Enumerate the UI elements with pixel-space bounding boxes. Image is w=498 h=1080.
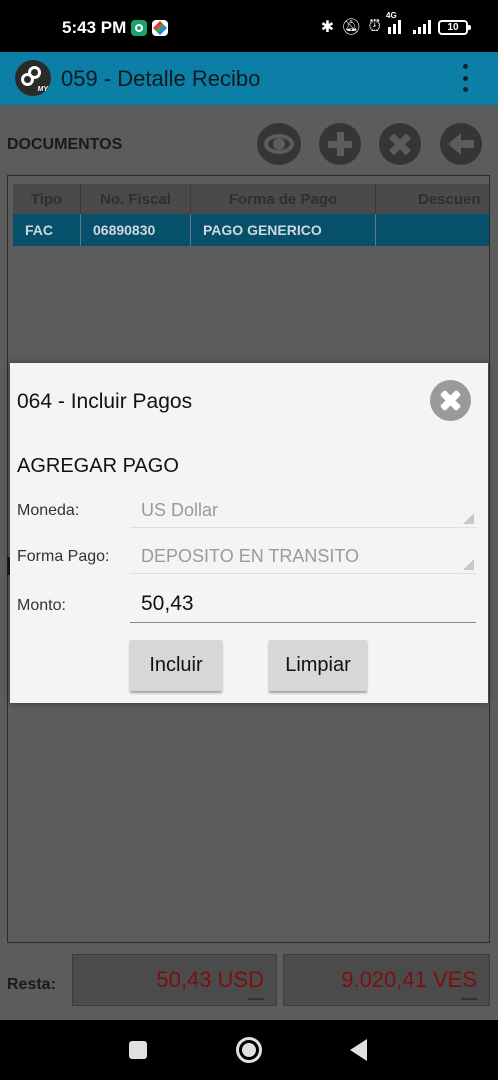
home-icon[interactable] xyxy=(236,1037,262,1063)
back-button[interactable] xyxy=(440,123,482,165)
table-header: Tipo No. Fiscal Forma de Pago Descuen xyxy=(13,184,489,214)
status-icons: ✱ 🔕︎ ⏰︎ 4G 10 xyxy=(320,11,471,38)
forma-pago-select[interactable]: DEPOSITO EN TRANSITO xyxy=(130,537,476,574)
remaining-usd-value: 50,43 USD xyxy=(156,967,264,992)
battery-icon: 10 xyxy=(438,19,471,35)
add-payment-dialog: 064 - Incluir Pagos AGREGAR PAGO Moneda:… xyxy=(10,363,488,703)
cell-no-fiscal: 06890830 xyxy=(81,214,191,246)
app-logo-text: MY xyxy=(37,86,49,93)
remaining-ves-value: 9.020,41 VES xyxy=(341,967,477,992)
navigation-bar xyxy=(0,1020,498,1080)
forma-pago-value: DEPOSITO EN TRANSITO xyxy=(141,546,360,566)
battery-level: 10 xyxy=(447,21,459,33)
dropdown-arrow-icon xyxy=(463,559,474,570)
overflow-menu-icon[interactable] xyxy=(460,64,470,92)
column-header-tipo: Tipo xyxy=(13,184,81,214)
page-title: 059 - Detalle Recibo xyxy=(61,66,261,91)
column-header-forma-pago: Forma de Pago xyxy=(191,184,376,214)
add-button[interactable] xyxy=(319,123,361,165)
cell-descuento xyxy=(376,214,489,246)
cell-tipo: FAC xyxy=(13,214,81,246)
remaining-ves-box: 9.020,41 VES xyxy=(283,954,490,1006)
remaining-usd-box: 50,43 USD xyxy=(72,954,277,1006)
resta-label: Resta: xyxy=(7,976,56,993)
column-header-descuento: Descuen xyxy=(376,184,489,214)
delete-button[interactable] xyxy=(379,123,421,165)
monto-input[interactable] xyxy=(130,585,476,623)
status-bar: 5:43 PM ✱ 🔕︎ ⏰︎ 4G 10 xyxy=(0,0,498,52)
section-heading: AGREGAR PAGO xyxy=(17,455,179,477)
cell-forma-pago: PAGO GENERICO xyxy=(191,214,376,246)
signal-icon: 4G xyxy=(386,11,406,34)
moneda-label: Moneda: xyxy=(17,502,80,519)
app-logo: MY xyxy=(15,60,51,96)
column-header-no-fiscal: No. Fiscal xyxy=(81,184,191,214)
dialog-title: 064 - Incluir Pagos xyxy=(17,390,193,413)
shield-app-icon xyxy=(131,20,147,36)
store-app-icon xyxy=(152,20,168,36)
limpiar-button[interactable]: Limpiar xyxy=(269,640,367,691)
documents-label: DOCUMENTOS xyxy=(7,136,123,153)
status-time: 5:43 PM xyxy=(62,18,127,37)
bluetooth-icon: ✱ xyxy=(320,19,335,36)
view-button[interactable] xyxy=(257,123,301,165)
close-icon[interactable] xyxy=(430,380,471,421)
dropdown-arrow-icon xyxy=(463,513,474,524)
network-type: 4G xyxy=(386,11,397,20)
monto-label: Monto: xyxy=(17,597,66,614)
back-icon[interactable] xyxy=(350,1039,367,1061)
moneda-value: US Dollar xyxy=(141,500,219,520)
alarm-icon: ⏰︎ xyxy=(368,18,381,35)
recent-apps-icon[interactable] xyxy=(129,1041,147,1059)
incluir-button[interactable]: Incluir xyxy=(130,640,222,691)
app-toolbar: MY 059 - Detalle Recibo xyxy=(0,52,498,105)
notifications-off-icon: 🔕︎ xyxy=(341,19,362,36)
forma-pago-label: Forma Pago: xyxy=(17,548,110,565)
moneda-select[interactable]: US Dollar xyxy=(130,491,476,528)
signal-icon xyxy=(413,20,431,34)
table-row[interactable]: FAC 06890830 PAGO GENERICO xyxy=(13,214,489,246)
